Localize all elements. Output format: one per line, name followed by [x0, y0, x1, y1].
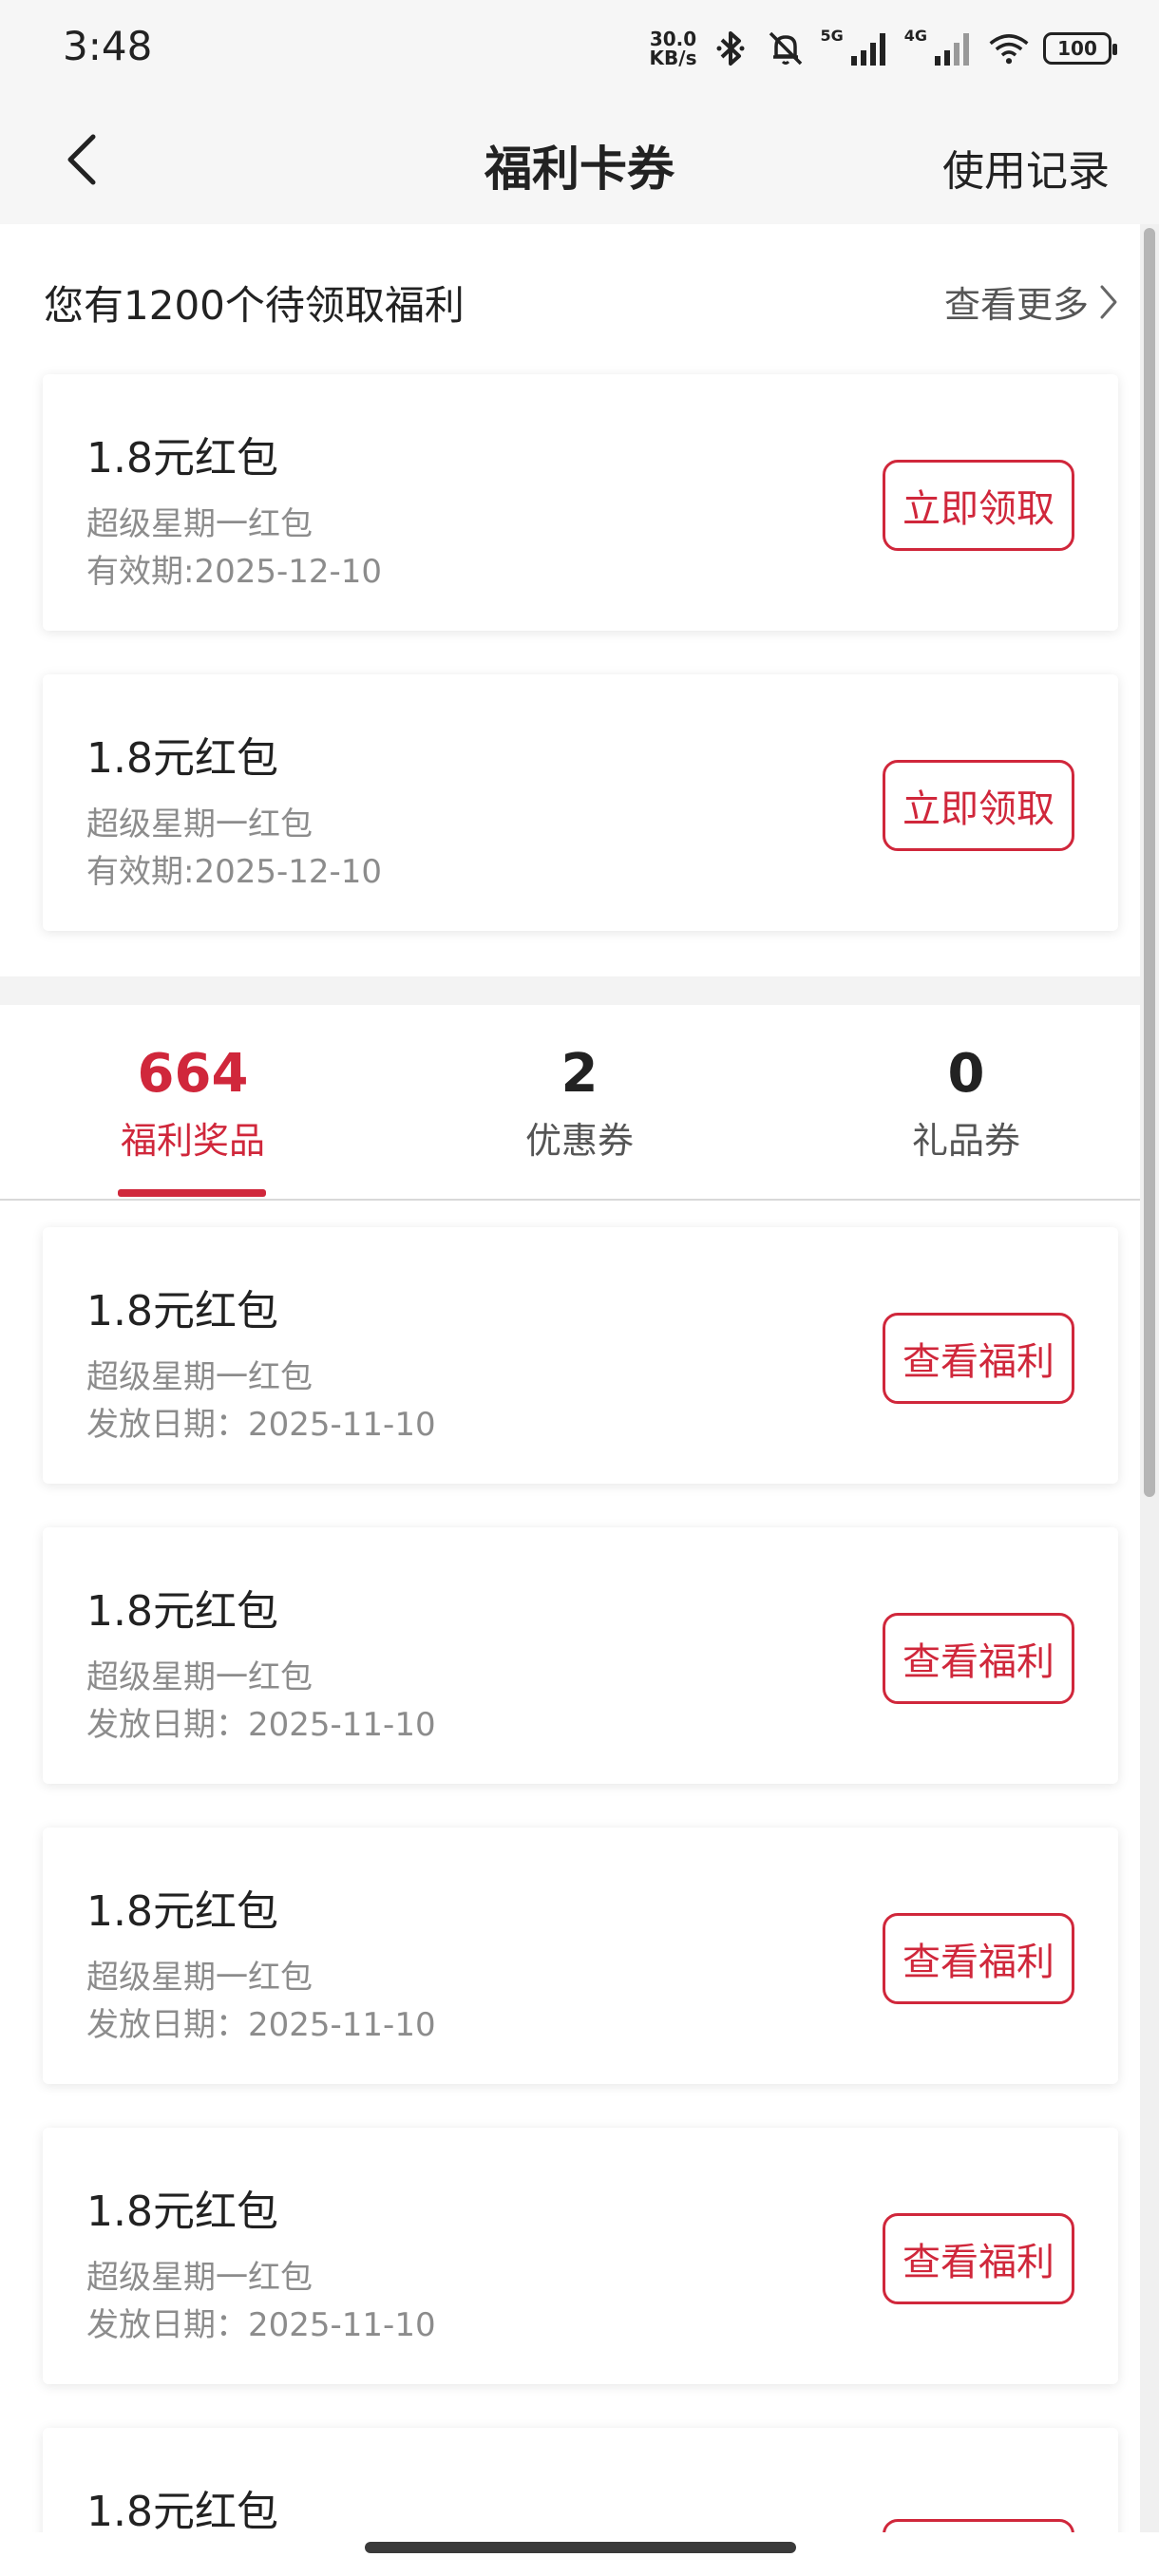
card-issue-date: 发放日期：2025-11-10	[86, 2006, 436, 2044]
tab-benefit-prizes[interactable]: 664 福利奖品	[3, 1005, 383, 1199]
pending-heading: 您有1200个待领取福利	[44, 282, 465, 329]
benefit-card: 1.8元红包 超级星期一红包 发放日期：2025-11-10 查看福利	[43, 1828, 1118, 2084]
card-title: 1.8元红包	[86, 734, 278, 783]
status-bar: 3:48 30.0 KB/s 5G 4G 100	[0, 0, 1159, 95]
benefit-card: 1.8元红包 超级星期一红包 发放日期：2025-11-10 查看福利	[43, 1527, 1118, 1784]
tab-coupons[interactable]: 2 优惠券	[390, 1005, 770, 1199]
benefit-card: 1.8元红包	[43, 2428, 1118, 2532]
card-title: 1.8元红包	[86, 1887, 278, 1936]
card-title: 1.8元红包	[86, 1587, 278, 1636]
scrollbar-thumb[interactable]	[1144, 228, 1155, 1497]
view-benefit-button[interactable]: 查看福利	[883, 1313, 1074, 1404]
mute-bell-icon	[765, 28, 807, 69]
card-subtitle: 超级星期一红包	[86, 2259, 313, 2297]
chevron-right-icon	[1100, 285, 1117, 318]
tab-gift-vouchers[interactable]: 0 礼品券	[776, 1005, 1156, 1199]
signal-5g-icon	[849, 28, 891, 69]
pending-card: 1.8元红包 超级星期一红包 有效期:2025-12-10 立即领取	[43, 674, 1118, 931]
card-validity: 有效期:2025-12-10	[86, 853, 383, 891]
tab-label: 优惠券	[524, 1120, 634, 1162]
card-title: 1.8元红包	[86, 2488, 278, 2532]
card-subtitle: 超级星期一红包	[86, 1658, 313, 1696]
signal-4g-icon	[933, 28, 975, 69]
benefit-list: 1.8元红包 超级星期一红包 发放日期：2025-11-10 查看福利 1.8元…	[0, 1203, 1140, 2532]
tab-count: 2	[560, 1043, 598, 1105]
card-validity: 有效期:2025-12-10	[86, 553, 383, 591]
tab-count: 0	[947, 1043, 985, 1105]
benefit-card: 1.8元红包 超级星期一红包 发放日期：2025-11-10 查看福利	[43, 1227, 1118, 1484]
card-title: 1.8元红包	[86, 2188, 278, 2236]
home-indicator[interactable]	[365, 2542, 796, 2553]
category-tabs: 664 福利奖品 2 优惠券 0 礼品券	[0, 1005, 1140, 1201]
tab-label: 礼品券	[911, 1120, 1020, 1162]
chevron-left-icon	[67, 134, 96, 185]
network-speed: 30.0 KB/s	[649, 28, 697, 69]
view-benefit-button[interactable]: 查看福利	[883, 1613, 1074, 1704]
status-time: 3:48	[63, 23, 153, 69]
claim-button[interactable]: 立即领取	[883, 460, 1074, 551]
benefit-card: 1.8元红包 超级星期一红包 发放日期：2025-11-10 查看福利	[43, 2128, 1118, 2384]
card-subtitle: 超级星期一红包	[86, 805, 313, 843]
pending-benefits-section: 您有1200个待领取福利 查看更多 1.8元红包 超级星期一红包 有效期:202…	[0, 224, 1140, 976]
usage-record-link[interactable]: 使用记录	[942, 137, 1110, 198]
claim-button[interactable]: 立即领取	[883, 760, 1074, 851]
back-button[interactable]	[53, 131, 110, 188]
nav-bar: 福利卡券 使用记录	[0, 95, 1159, 224]
view-benefit-button[interactable]	[883, 2519, 1074, 2532]
view-benefit-button[interactable]: 查看福利	[883, 2213, 1074, 2304]
network-5g-label: 5G	[820, 27, 844, 45]
wifi-icon	[988, 28, 1030, 69]
card-title: 1.8元红包	[86, 1287, 278, 1335]
card-issue-date: 发放日期：2025-11-10	[86, 1706, 436, 1744]
view-more-link[interactable]: 查看更多	[944, 275, 1119, 328]
tab-count: 664	[137, 1043, 249, 1105]
card-subtitle: 超级星期一红包	[86, 1358, 313, 1396]
battery-icon: 100	[1043, 32, 1117, 65]
pending-card: 1.8元红包 超级星期一红包 有效期:2025-12-10 立即领取	[43, 374, 1118, 631]
view-benefit-button[interactable]: 查看福利	[883, 1913, 1074, 2004]
section-divider	[0, 976, 1140, 1005]
card-title: 1.8元红包	[86, 434, 278, 483]
network-4g-label: 4G	[903, 27, 927, 45]
bluetooth-icon	[710, 28, 751, 69]
active-tab-indicator	[118, 1189, 266, 1197]
card-subtitle: 超级星期一红包	[86, 505, 313, 543]
card-issue-date: 发放日期：2025-11-10	[86, 2306, 436, 2344]
card-subtitle: 超级星期一红包	[86, 1959, 313, 1997]
status-icons: 30.0 KB/s 5G 4G 100	[649, 25, 1117, 72]
tab-label: 福利奖品	[120, 1120, 265, 1162]
card-issue-date: 发放日期：2025-11-10	[86, 1406, 436, 1444]
